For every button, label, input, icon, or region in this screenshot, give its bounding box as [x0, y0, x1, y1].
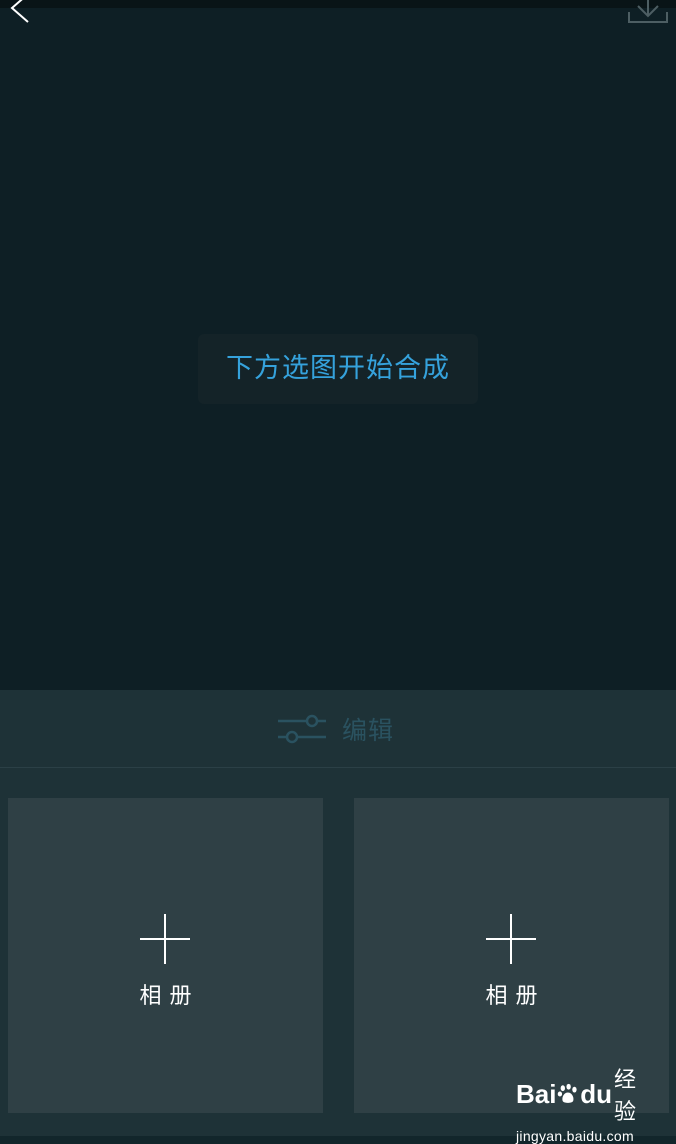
watermark-url: jingyan.baidu.com	[516, 1128, 634, 1144]
watermark-brand-left: Bai	[516, 1078, 557, 1109]
back-arrow-icon	[10, 0, 29, 23]
edit-label: 编辑	[342, 716, 395, 745]
watermark-product: 经验	[614, 1068, 637, 1125]
album-slot-label: 相册	[485, 984, 546, 1009]
back-button[interactable]	[0, 0, 40, 34]
edit-bar: 编辑	[0, 690, 676, 768]
plus-icon	[486, 914, 536, 964]
album-slot-1[interactable]: 相册	[8, 798, 323, 1113]
download-icon	[628, 0, 668, 23]
edit-button[interactable]: 编辑	[276, 710, 394, 748]
watermark-brand-right: du	[580, 1078, 613, 1109]
album-slot-label: 相册	[139, 984, 200, 1009]
sliders-icon	[278, 714, 326, 744]
baidu-jingyan-watermark: Bai du 经验 jingyan.baidu.com	[516, 1062, 646, 1144]
plus-icon	[140, 914, 190, 964]
download-button[interactable]	[624, 0, 670, 26]
baidu-paw-icon	[558, 1083, 578, 1103]
status-bar-edge	[0, 0, 676, 8]
toast-message: 下方选图开始合成	[198, 334, 478, 404]
